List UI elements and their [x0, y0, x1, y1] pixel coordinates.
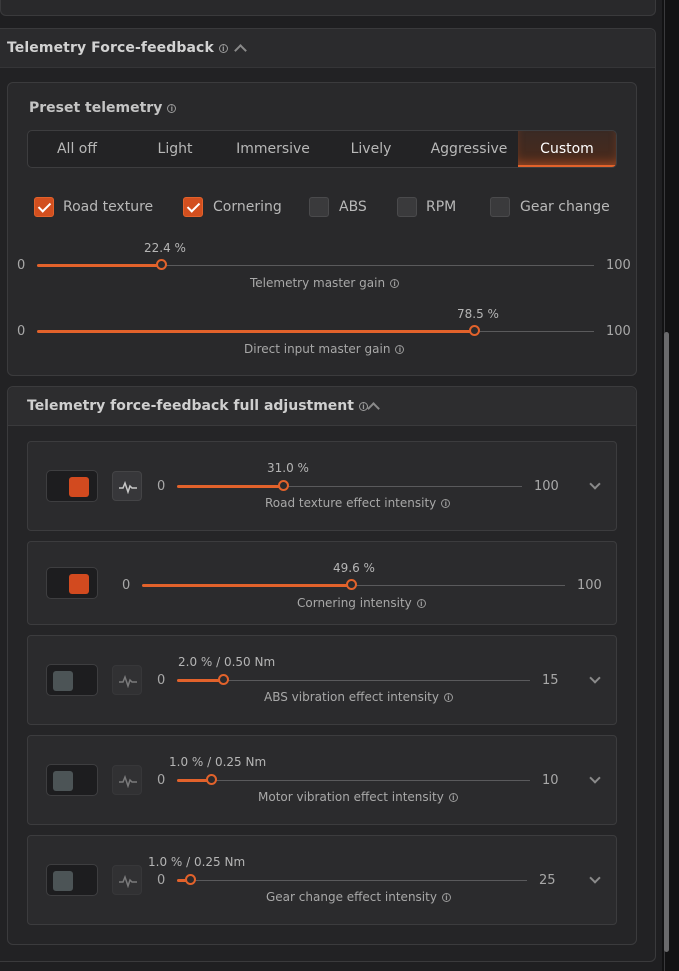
cornering-checkbox[interactable]	[183, 197, 203, 217]
info-icon[interactable]: i	[448, 793, 458, 802]
slider-max: 10	[542, 773, 559, 788]
telemetry-gain-value: 22.4 %	[144, 241, 186, 255]
waveform-button[interactable]	[112, 865, 142, 895]
road-texture-toggle[interactable]	[46, 470, 98, 502]
abs-handle[interactable]	[218, 674, 229, 685]
gear-change-label: Gear change	[520, 199, 610, 215]
info-icon[interactable]: i	[218, 43, 228, 53]
cornering-fill	[142, 584, 352, 587]
preset-tabs: All off Light Immersive Lively Aggressiv…	[27, 130, 617, 168]
rpm-checkbox[interactable]	[397, 197, 417, 217]
previous-section-card	[0, 0, 656, 16]
tab-all-off[interactable]: All off	[28, 131, 126, 167]
gear-change-checkbox[interactable]	[490, 197, 510, 217]
abs-checkbox[interactable]	[309, 197, 329, 217]
road-texture-label: Road texture	[63, 199, 154, 215]
waveform-icon	[119, 774, 137, 788]
road-texture-handle[interactable]	[278, 480, 289, 491]
slider-max: 15	[542, 673, 559, 688]
tab-aggressive[interactable]: Aggressive	[420, 131, 518, 167]
slider-max: 100	[534, 479, 559, 494]
motor-label: Motor vibration effect intensity i	[258, 790, 458, 804]
telemetry-gain-handle[interactable]	[156, 259, 167, 270]
toggle-knob	[53, 871, 73, 891]
direct-input-gain-label: Direct input master gain i	[244, 342, 405, 356]
waveform-icon	[119, 480, 137, 494]
toggle-knob	[69, 574, 89, 594]
info-icon[interactable]: i	[390, 279, 400, 288]
gear-change-value: 1.0 % / 0.25 Nm	[148, 855, 246, 869]
gear-change-track[interactable]	[177, 880, 527, 881]
road-texture-checkbox[interactable]	[34, 197, 54, 217]
abs-label: ABS vibration effect intensity i	[264, 690, 453, 704]
toggle-knob	[53, 771, 73, 791]
gear-change-label: Gear change effect intensity i	[266, 890, 451, 904]
motor-toggle[interactable]	[46, 764, 98, 796]
motor-handle[interactable]	[206, 774, 217, 785]
slider-min: 0	[17, 258, 26, 273]
abs-value: 2.0 % / 0.50 Nm	[178, 655, 276, 669]
info-icon[interactable]: i	[358, 401, 368, 411]
abs-toggle[interactable]	[46, 664, 98, 696]
abs-label: ABS	[339, 199, 367, 215]
tab-immersive[interactable]: Immersive	[224, 131, 322, 167]
cornering-handle[interactable]	[346, 579, 357, 590]
direct-input-gain-value: 78.5 %	[457, 307, 499, 321]
waveform-button[interactable]	[112, 471, 142, 501]
cornering-row	[27, 541, 617, 625]
gear-change-toggle[interactable]	[46, 864, 98, 896]
preset-title: Preset telemetry i	[29, 100, 177, 116]
motor-track[interactable]	[177, 780, 530, 781]
slider-max: 100	[606, 258, 631, 273]
toggle-knob	[69, 477, 89, 497]
cornering-label: Cornering	[213, 199, 282, 215]
waveform-button[interactable]	[112, 765, 142, 795]
road-texture-label: Road texture effect intensity i	[265, 496, 451, 510]
slider-min: 0	[157, 673, 166, 688]
direct-input-gain-handle[interactable]	[469, 325, 480, 336]
telemetry-gain-label: Telemetry master gain i	[250, 276, 400, 290]
direct-input-gain-fill	[37, 330, 475, 333]
slider-min: 0	[157, 479, 166, 494]
slider-max: 100	[606, 324, 631, 339]
info-icon[interactable]: i	[416, 599, 426, 608]
telemetry-gain-fill	[37, 264, 162, 267]
slider-min: 0	[122, 578, 131, 593]
section-title: Telemetry Force-feedback i	[7, 40, 228, 56]
motor-value: 1.0 % / 0.25 Nm	[169, 755, 267, 769]
tab-light[interactable]: Light	[126, 131, 224, 167]
cornering-toggle[interactable]	[46, 567, 98, 599]
slider-min: 0	[157, 873, 166, 888]
scrollbar-thumb[interactable]	[664, 332, 669, 952]
rpm-label: RPM	[426, 199, 457, 215]
waveform-icon	[119, 874, 137, 888]
slider-min: 0	[17, 324, 26, 339]
road-texture-value: 31.0 %	[267, 461, 309, 475]
gear-change-handle[interactable]	[185, 874, 196, 885]
toggle-knob	[53, 671, 73, 691]
tab-lively[interactable]: Lively	[322, 131, 420, 167]
section-header[interactable]: Telemetry Force-feedback i	[0, 29, 655, 68]
road-texture-fill	[177, 485, 284, 488]
slider-max: 100	[577, 578, 602, 593]
abs-fill	[177, 679, 224, 682]
tab-custom[interactable]: Custom	[518, 131, 616, 167]
waveform-icon	[119, 674, 137, 688]
info-icon[interactable]: i	[441, 893, 451, 902]
info-icon[interactable]: i	[441, 499, 451, 508]
cornering-value: 49.6 %	[333, 561, 375, 575]
cornering-label: Cornering intensity i	[297, 596, 426, 610]
collapse-chevron-icon[interactable]	[234, 44, 247, 57]
waveform-button[interactable]	[112, 665, 142, 695]
slider-min: 0	[157, 773, 166, 788]
info-icon[interactable]: i	[167, 103, 177, 113]
full-adjustment-title: Telemetry force-feedback full adjustment…	[27, 398, 368, 414]
info-icon[interactable]: i	[395, 345, 405, 354]
info-icon[interactable]: i	[443, 693, 453, 702]
slider-max: 25	[539, 873, 556, 888]
abs-track[interactable]	[177, 680, 530, 681]
